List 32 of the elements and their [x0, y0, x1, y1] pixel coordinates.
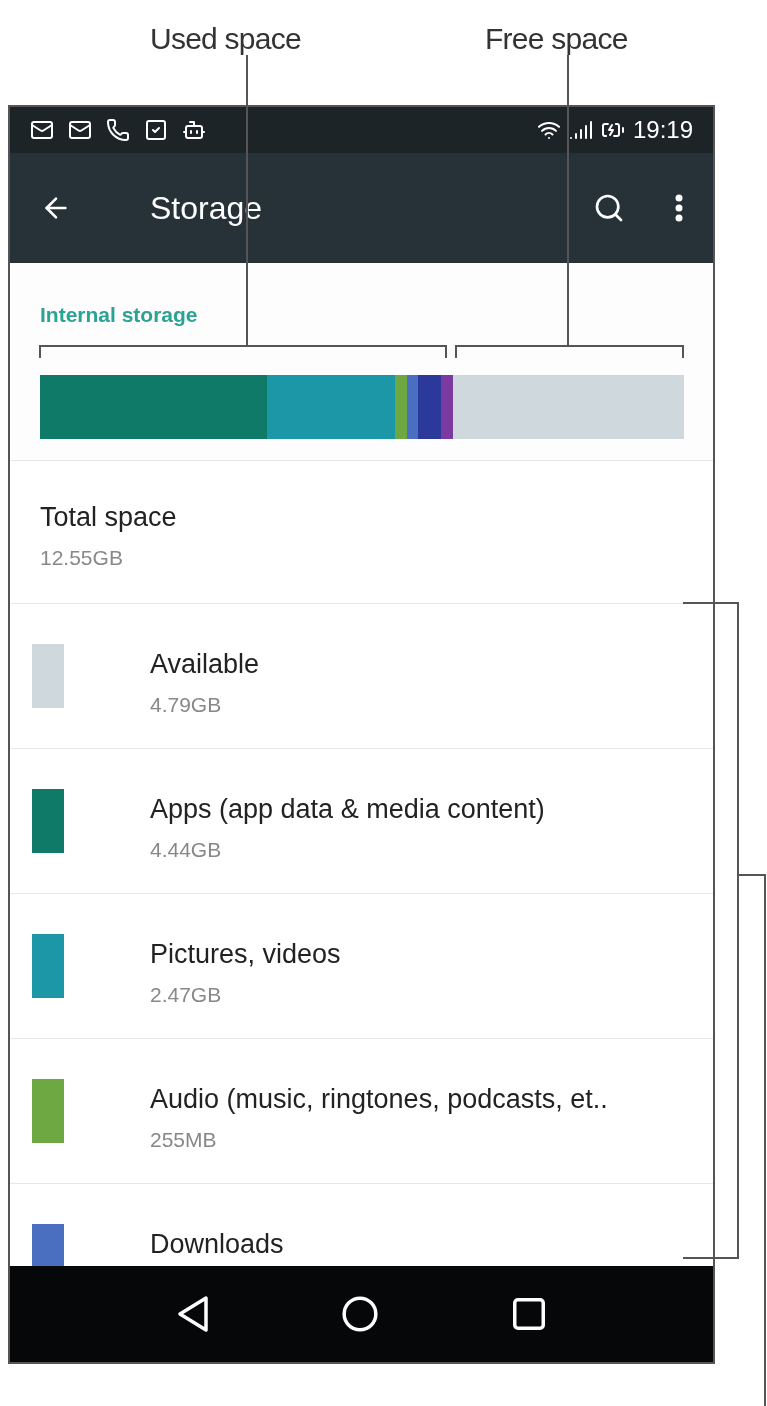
search-button[interactable]	[593, 192, 625, 224]
section-title: Internal storage	[40, 302, 199, 328]
storage-category-row[interactable]: Available 4.79GB	[10, 604, 713, 749]
checkbox-icon	[144, 118, 168, 142]
category-name: Available	[150, 648, 260, 681]
back-nav-button[interactable]	[175, 1295, 210, 1333]
category-size: 4.44GB	[150, 836, 223, 863]
total-space-value: 12.55GB	[40, 544, 124, 571]
category-size: 4.79GB	[150, 691, 223, 718]
search-icon	[593, 192, 625, 224]
category-size: 2.47GB	[150, 981, 223, 1008]
category-name: Downloads	[150, 1228, 284, 1261]
category-name: Apps (app data & media content)	[150, 793, 545, 826]
more-options-button[interactable]	[675, 194, 683, 222]
mail-icon	[30, 118, 54, 142]
category-size: 255MB	[150, 1126, 218, 1153]
robot-icon	[182, 118, 206, 142]
storage-category-row[interactable]: Pictures, videos 2.47GB	[10, 894, 713, 1039]
phone-icon	[106, 118, 130, 142]
storage-category-row[interactable]: Apps (app data & media content) 4.44GB	[10, 749, 713, 894]
home-nav-button[interactable]	[340, 1295, 379, 1333]
category-name: Audio (music, ringtones, podcasts, et..	[150, 1083, 608, 1116]
annotation-label: Used space	[150, 21, 301, 57]
mail-icon	[68, 118, 92, 142]
signal-icon	[568, 118, 593, 142]
status-time: 19:19	[632, 115, 693, 145]
more-options-icon	[675, 194, 683, 222]
toolbar-title: Storage	[150, 189, 263, 228]
category-name: Pictures, videos	[150, 938, 341, 971]
storage-category-row[interactable]: Audio (music, ringtones, podcasts, et.. 255MB	[10, 1039, 713, 1184]
total-space-label: Total space	[40, 501, 178, 534]
annotation-label: Free space	[485, 21, 628, 57]
